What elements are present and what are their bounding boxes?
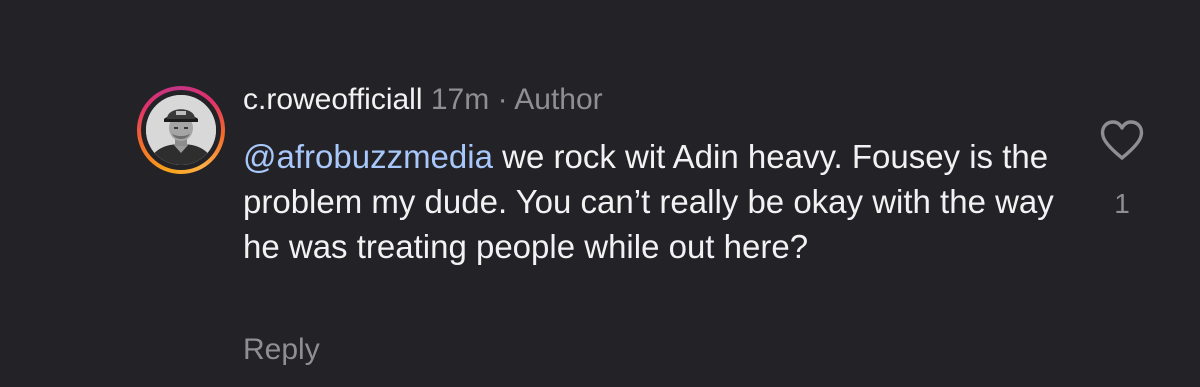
heart-outline-icon xyxy=(1100,120,1144,160)
avatar-ring-gap xyxy=(141,90,221,170)
comment-body: @afrobuzzmedia we rock wit Adin heavy. F… xyxy=(243,134,1063,269)
comment-timestamp: 17m xyxy=(430,83,490,116)
reply-button[interactable]: Reply xyxy=(243,330,320,370)
like-count: 1 xyxy=(1114,188,1130,219)
comment-header: c.roweofficiall 17m · Author xyxy=(243,80,603,120)
avatar[interactable] xyxy=(146,95,216,165)
comment: c.roweofficiall 17m · Author @afrobuzzme… xyxy=(0,0,1200,387)
author-badge: Author xyxy=(514,83,603,116)
avatar-story-ring[interactable] xyxy=(137,86,225,174)
username[interactable]: c.roweofficiall xyxy=(243,83,423,116)
avatar-photo xyxy=(146,95,216,165)
meta-separator: · xyxy=(497,83,508,116)
mention-link[interactable]: @afrobuzzmedia xyxy=(243,138,493,175)
like-button[interactable] xyxy=(1096,114,1148,166)
